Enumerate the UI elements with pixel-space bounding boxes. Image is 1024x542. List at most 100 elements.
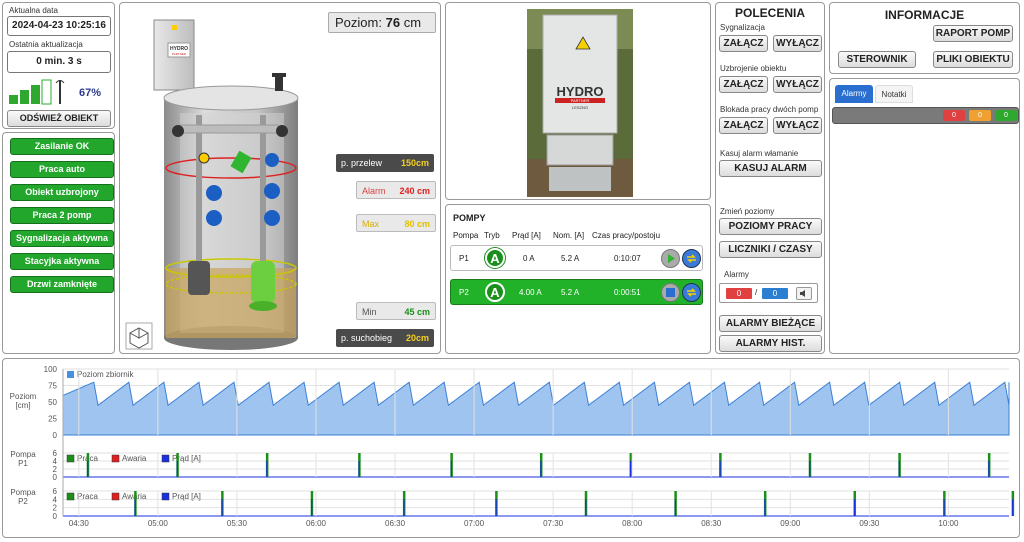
- y-tick-label: 0: [53, 473, 58, 482]
- alarm-summary-red: 0: [943, 110, 965, 121]
- y-tick-label: 0: [53, 431, 58, 440]
- min-level-label: Min: [362, 307, 377, 317]
- arming-on-button[interactable]: ZAŁĄCZ: [719, 76, 768, 93]
- max-level-label: Max: [362, 219, 380, 229]
- pumps-panel: POMPY Pompa Tryb Prąd [A] Nom. [A] Czas …: [445, 204, 711, 354]
- pump-p2-toggle-icon[interactable]: [682, 283, 701, 302]
- alarm-tag: Alarm 240 cm: [356, 181, 436, 199]
- alarms-label: Alarmy: [724, 270, 749, 279]
- y-tick-label: 25: [48, 415, 57, 424]
- legend-swatch: [66, 454, 75, 463]
- counters-button[interactable]: LICZNIKI / CZASY: [719, 241, 822, 258]
- x-tick-label: 08:00: [622, 519, 643, 528]
- refresh-object-button[interactable]: ODŚWIEŻ OBIEKT: [7, 110, 111, 127]
- y-axis-label: Pompa: [10, 450, 36, 459]
- legend-label: Poziom zbiornik: [77, 370, 134, 379]
- commands-title: POLECENIA: [734, 6, 805, 20]
- pumps-header-mode: Tryb: [484, 231, 500, 240]
- info-title: INFORMACJE: [884, 8, 965, 22]
- alarm-count-active: 0: [726, 288, 752, 299]
- tab-notes[interactable]: Notatki: [875, 85, 913, 103]
- state-signaling: Sygnalizacja aktywna: [10, 230, 114, 247]
- legend-swatch: [67, 371, 74, 378]
- pumps-header-pump: Pompa: [453, 231, 479, 240]
- x-tick-label: 10:00: [938, 519, 959, 528]
- min-level-value: 45 cm: [404, 307, 430, 317]
- x-tick-label: 07:00: [464, 519, 485, 528]
- state-door-closed: Drzwi zamknięte: [10, 276, 114, 293]
- update-value: 0 min. 3 s: [7, 51, 111, 73]
- y-axis-label: Pompa: [10, 488, 36, 497]
- alarm-level-value: 240 cm: [399, 186, 430, 196]
- x-tick-label: 09:00: [780, 519, 801, 528]
- date-label: Aktualna data: [9, 6, 58, 15]
- trend-panel: 100 75 50 25 0 Poziom [cm] Poziom zbiornik 6 4 2 0 P…: [2, 358, 1020, 538]
- signaling-label: Sygnalizacja: [720, 23, 765, 32]
- two-pump-block-on-button[interactable]: ZAŁĄCZ: [719, 117, 768, 134]
- pump-row-p2: P2 A 4.00 A 5.2 A 0:00:51: [450, 279, 703, 305]
- pump-p1-nominal: 5.2 A: [561, 254, 580, 263]
- pump-p1-mode: A: [485, 248, 505, 268]
- pumps-header-runtime: Czas pracy/postoju: [592, 231, 661, 240]
- svg-text:PARTNER: PARTNER: [172, 52, 187, 56]
- y-axis-label: [cm]: [15, 401, 30, 410]
- legend-label: Prąd [A]: [172, 492, 201, 501]
- level-label: Poziom:: [335, 15, 382, 30]
- signaling-off-button[interactable]: WYŁĄCZ: [773, 35, 822, 52]
- overflow-label: p. przelew: [341, 158, 383, 168]
- pump-p2-current: 4.00 A: [519, 288, 542, 297]
- signal-percent: 67%: [79, 87, 102, 99]
- pump-report-button[interactable]: RAPORT POMP: [933, 25, 1013, 42]
- object-files-button[interactable]: PLIKI OBIEKTU: [933, 51, 1013, 68]
- max-level-value: 80 cm: [404, 219, 430, 229]
- alarm-summary-bar: 0 0 0: [832, 107, 1019, 124]
- alarm-summary-green: 0: [995, 110, 1017, 121]
- trend-chart: 1007550250Poziom[cm]Poziom zbiornik6420P…: [10, 365, 1015, 528]
- levels-label: Zmień poziomy: [720, 207, 775, 216]
- pump-p2-runtime: 0:00:51: [614, 288, 641, 297]
- alarm-reset-label: Kasuj alarm włamanie: [720, 149, 799, 158]
- status-panel: Aktualna data 2024-04-23 10:25:16 Ostatn…: [2, 2, 115, 129]
- pump-row-p1: P1 A 0 A 5.2 A 0:10:07: [450, 245, 703, 271]
- two-pump-block-label: Blokada pracy dwóch pomp: [720, 105, 819, 114]
- x-tick-label: 05:00: [148, 519, 169, 528]
- y-tick-label: 50: [48, 398, 57, 407]
- x-tick-label: 04:30: [69, 519, 90, 528]
- alarm-summary-orange: 0: [969, 110, 991, 121]
- pumps-title: POMPY: [453, 213, 486, 223]
- arming-off-button[interactable]: WYŁĄCZ: [773, 76, 822, 93]
- alarm-history-button[interactable]: ALARMY HIST.: [719, 335, 822, 352]
- state-armed: Obiekt uzbrojony: [10, 184, 114, 201]
- photo-panel: HYDRO PARTNER LESZNO: [445, 2, 711, 200]
- max-tag: Max 80 cm: [356, 214, 436, 232]
- controller-button[interactable]: STEROWNIK: [838, 51, 916, 68]
- pump-p2-stop-icon[interactable]: [661, 283, 680, 302]
- pump-p2-mode: A: [485, 282, 505, 302]
- legend-swatch: [161, 492, 170, 501]
- y-axis-label: P1: [18, 459, 28, 468]
- pump-p1-toggle-icon[interactable]: [682, 249, 701, 268]
- overflow-tag: p. przelew 150cm: [336, 154, 434, 172]
- two-pump-block-off-button[interactable]: WYŁĄCZ: [773, 117, 822, 134]
- pump-p2-nominal: 5.2 A: [561, 288, 580, 297]
- legend-swatch: [66, 492, 75, 501]
- tab-alarms[interactable]: Alarmy: [835, 85, 873, 103]
- level-display: Poziom: 76 cm: [328, 12, 436, 33]
- x-tick-label: 09:30: [859, 519, 880, 528]
- signal-strength-icon: [9, 79, 65, 105]
- current-alarms-button[interactable]: ALARMY BIEŻĄCE: [719, 315, 822, 332]
- state-key-switch: Stacyjka aktywna: [10, 253, 114, 270]
- pump-p1-start-icon[interactable]: [661, 249, 680, 268]
- work-levels-button[interactable]: POZIOMY PRACY: [719, 218, 822, 235]
- alarm-reset-button[interactable]: KASUJ ALARM: [719, 160, 822, 177]
- arming-label: Uzbrojenie obiektu: [720, 64, 787, 73]
- y-tick-label: 75: [48, 382, 57, 391]
- mute-icon[interactable]: [796, 287, 812, 300]
- x-tick-label: 08:30: [701, 519, 722, 528]
- level-series-area: [62, 381, 1010, 436]
- signaling-on-button[interactable]: ZAŁĄCZ: [719, 35, 768, 52]
- x-tick-label: 07:30: [543, 519, 564, 528]
- pump-p1-runtime: 0:10:07: [614, 254, 641, 263]
- pump-p1-name: P1: [459, 254, 469, 263]
- y-axis-label: P2: [18, 497, 28, 506]
